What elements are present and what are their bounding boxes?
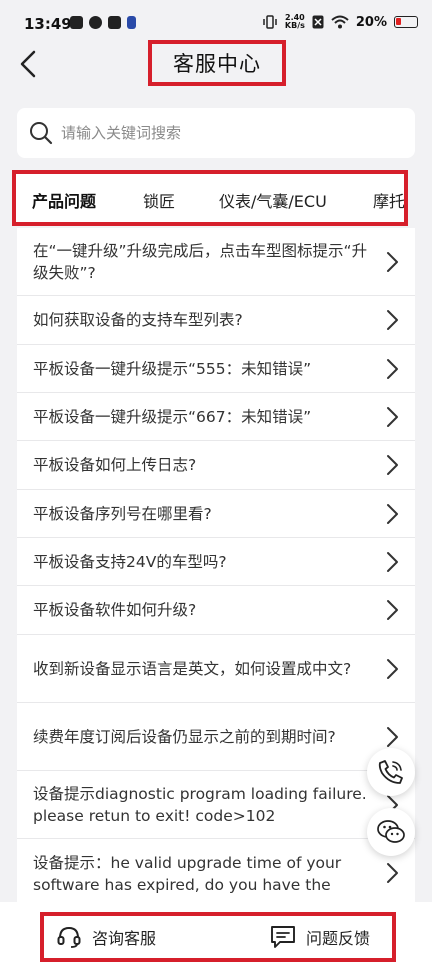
- consult-service-label: 咨询客服: [92, 929, 157, 948]
- faq-item[interactable]: 设备提示diagnostic program loading failure. …: [17, 771, 415, 839]
- faq-item[interactable]: 续费年度订阅后设备仍显示之前的到期时间?: [17, 703, 415, 771]
- phone-icon: [378, 760, 403, 784]
- chevron-right-icon: [387, 862, 398, 883]
- chevron-right-icon: [387, 503, 398, 524]
- faq-item[interactable]: 平板设备软件如何升级?: [17, 586, 415, 635]
- chevron-right-icon: [387, 551, 398, 572]
- bottom-bar: 咨询客服 问题反馈: [0, 902, 432, 964]
- category-tabs: 产品问题 锁匠 仪表/气囊/ECU 摩托车: [12, 170, 408, 226]
- battery-icon: [394, 16, 418, 28]
- search-input[interactable]: [61, 124, 391, 142]
- tab-motorcycle[interactable]: 摩托车: [373, 188, 404, 212]
- back-button[interactable]: [12, 48, 44, 80]
- faq-item[interactable]: 平板设备序列号在哪里看?: [17, 490, 415, 538]
- mail-notification-icon: [70, 16, 83, 29]
- faq-question: 平板设备软件如何升级?: [33, 601, 197, 619]
- network-speed: 2.40 KB/s: [285, 14, 305, 30]
- search-bar[interactable]: [17, 108, 415, 158]
- battery-percent: 20%: [355, 14, 387, 30]
- faq-item[interactable]: 平板设备如何上传日志?: [17, 441, 415, 490]
- faq-question: 收到新设备显示语言是英文，如何设置成中文?: [33, 659, 352, 678]
- notification-icons: [70, 16, 136, 29]
- search-icon: [30, 122, 53, 145]
- chevron-right-icon: [387, 455, 398, 475]
- header: 客服中心: [0, 40, 432, 100]
- faq-question: 设备提示diagnostic program loading failure. …: [33, 784, 367, 825]
- chat-button[interactable]: [367, 808, 415, 856]
- faq-item[interactable]: 在“一键升级”升级完成后，点击车型图标提示“升级失败”?: [17, 228, 415, 296]
- phone-button[interactable]: [367, 748, 415, 796]
- tiktok-notification-icon: [108, 16, 121, 29]
- feedback-button[interactable]: 问题反馈: [270, 922, 370, 952]
- message-icon: [271, 926, 295, 948]
- chevron-right-icon: [387, 310, 398, 330]
- faq-question: 平板设备一键升级提示“555：未知错误”: [33, 359, 312, 378]
- faq-question: 平板设备如何上传日志?: [33, 456, 197, 474]
- faq-item[interactable]: 设备提示：he valid upgrade time of your softw…: [17, 839, 415, 907]
- chevron-left-icon: [20, 50, 36, 78]
- faq-item[interactable]: 收到新设备显示语言是英文，如何设置成中文?: [17, 635, 415, 703]
- chevron-right-icon: [387, 406, 398, 427]
- headset-icon: [57, 926, 81, 948]
- status-time: 13:49: [24, 15, 72, 33]
- page-title: 客服中心: [148, 40, 286, 86]
- vibrate-icon: [263, 15, 277, 29]
- tab-locksmith[interactable]: 锁匠: [143, 188, 175, 212]
- network-speed-unit: KB/s: [284, 21, 305, 30]
- tab-product-issues[interactable]: 产品问题: [32, 188, 96, 212]
- faq-question: 续费年度订阅后设备仍显示之前的到期时间?: [33, 727, 336, 746]
- chevron-right-icon: [387, 600, 398, 620]
- faq-question: 如何获取设备的支持车型列表?: [33, 311, 243, 329]
- chevron-right-icon: [387, 658, 398, 679]
- faq-question: 在“一键升级”升级完成后，点击车型图标提示“升级失败”?: [33, 241, 368, 282]
- faq-item[interactable]: 平板设备一键升级提示“667：未知错误”: [17, 393, 415, 441]
- status-right: 2.40 KB/s 20%: [262, 14, 418, 30]
- wechat-icon: [377, 820, 405, 843]
- chevron-right-icon: [387, 726, 398, 747]
- faq-list: 在“一键升级”升级完成后，点击车型图标提示“升级失败”? 如何获取设备的支持车型…: [17, 228, 415, 907]
- no-sim-icon: [312, 15, 324, 29]
- faq-question: 设备提示：he valid upgrade time of your softw…: [33, 854, 342, 894]
- wifi-icon: [331, 15, 349, 29]
- app-notification-icon: [89, 16, 102, 29]
- chevron-right-icon: [387, 251, 398, 272]
- tab-instrument-airbag-ecu[interactable]: 仪表/气囊/ECU: [219, 188, 327, 212]
- faq-question: 平板设备序列号在哪里看?: [33, 504, 212, 523]
- bluetooth-notification-icon: [127, 16, 136, 29]
- faq-item[interactable]: 平板设备支持24V的车型吗?: [17, 538, 415, 586]
- consult-service-button[interactable]: 咨询客服: [56, 922, 156, 952]
- chevron-right-icon: [387, 358, 398, 379]
- feedback-label: 问题反馈: [306, 929, 371, 948]
- faq-item[interactable]: 如何获取设备的支持车型列表?: [17, 296, 415, 345]
- bottom-actions: 咨询客服 问题反馈: [40, 912, 396, 962]
- faq-question: 平板设备支持24V的车型吗?: [33, 552, 227, 571]
- faq-question: 平板设备一键升级提示“667：未知错误”: [33, 407, 312, 426]
- faq-item[interactable]: 平板设备一键升级提示“555：未知错误”: [17, 345, 415, 393]
